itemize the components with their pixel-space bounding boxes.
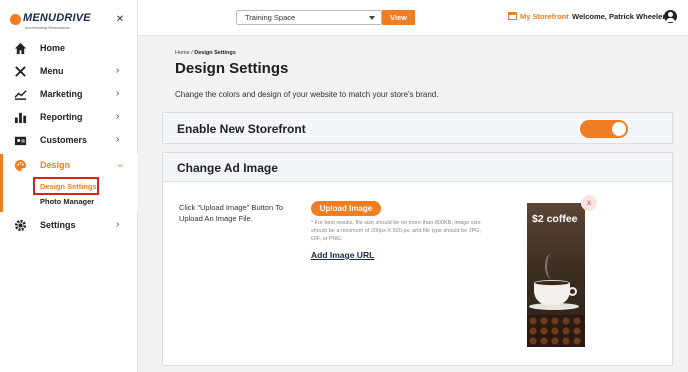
enable-storefront-title: Enable New Storefront: [177, 122, 306, 136]
sidebar-item-label: Settings: [40, 220, 76, 230]
sidebar-item-label: Home: [40, 43, 66, 53]
contact-card-icon: [14, 136, 27, 146]
gear-icon: [14, 219, 27, 232]
enable-storefront-toggle[interactable]: [580, 120, 628, 138]
highlight-box: [33, 177, 99, 195]
change-ad-image-title: Change Ad Image: [177, 161, 278, 175]
breadcrumb-separator: /: [191, 50, 193, 56]
sidebar: MENUDRIVE Accelerating Restaurants ✕ Hom…: [0, 0, 138, 372]
trend-chart-icon: [14, 90, 27, 100]
chevron-right-icon: ›: [116, 219, 120, 230]
sidebar-item-design[interactable]: Design ⌄: [0, 154, 138, 177]
chevron-right-icon: ›: [116, 111, 120, 122]
chevron-down-icon: ⌄: [116, 159, 125, 170]
storefront-icon: [508, 12, 517, 20]
card-header: Change Ad Image: [163, 153, 672, 182]
user-account-icon[interactable]: [664, 10, 677, 23]
page-title: Design Settings: [175, 60, 289, 77]
sidebar-item-label: Customers: [40, 135, 88, 145]
chevron-right-icon: ›: [116, 88, 120, 99]
welcome-text: Welcome, Patrick Wheeler: [572, 12, 666, 21]
sidebar-item-marketing[interactable]: Marketing ›: [0, 83, 138, 106]
chevron-right-icon: ›: [116, 65, 120, 76]
storefront-label: My Storefront: [520, 12, 569, 21]
breadcrumb: Home / Design Settings: [175, 50, 236, 56]
upload-image-button[interactable]: Upload Image: [311, 201, 381, 216]
enable-storefront-card: Enable New Storefront: [162, 112, 673, 144]
chevron-right-icon: ›: [116, 134, 120, 145]
home-icon: [14, 42, 27, 55]
bar-chart-icon: [14, 112, 27, 124]
sidebar-item-label: Design: [40, 160, 71, 170]
utensils-icon: [15, 66, 26, 77]
steam-graphic: [545, 253, 559, 279]
sidebar-item-customers[interactable]: Customers ›: [0, 129, 138, 152]
logo-brand-text: MENUDRIVE: [23, 12, 91, 24]
breadcrumb-home[interactable]: Home: [175, 50, 190, 56]
space-select[interactable]: Training Space: [236, 10, 382, 25]
view-button[interactable]: View: [382, 10, 415, 25]
sidebar-item-home[interactable]: Home: [0, 37, 138, 60]
sidebar-item-label: Menu: [40, 66, 64, 76]
remove-image-button[interactable]: x: [581, 195, 597, 211]
caret-down-icon: [369, 16, 375, 20]
sidebar-item-label: Reporting: [40, 112, 83, 122]
my-storefront-link[interactable]: My Storefront: [508, 12, 569, 21]
coffee-surface-graphic: [534, 280, 570, 286]
collapse-sidebar-icon[interactable]: ✕: [114, 14, 126, 26]
cup-graphic: [534, 283, 570, 305]
space-select-value: Training Space: [245, 13, 296, 22]
upload-instructions: Click "Upload Image" Button To Upload An…: [179, 203, 283, 223]
ad-image-text: $2 coffee: [532, 213, 578, 225]
sidebar-item-settings[interactable]: Settings ›: [0, 214, 138, 237]
cup-handle-graphic: [568, 287, 577, 296]
coffee-beans-graphic: [527, 315, 585, 347]
sidebar-item-label: Marketing: [40, 89, 83, 99]
menudrive-logo[interactable]: MENUDRIVE Accelerating Restaurants: [10, 12, 110, 32]
sidebar-subitem-photo-manager[interactable]: Photo Manager: [40, 197, 94, 206]
breadcrumb-current: Design Settings: [194, 50, 236, 56]
palette-icon: [14, 159, 27, 172]
sidebar-item-reporting[interactable]: Reporting ›: [0, 106, 138, 129]
top-bar: Training Space View My Storefront Welcom…: [138, 0, 688, 36]
page-description: Change the colors and design of your web…: [175, 90, 439, 99]
ad-image-preview: $2 coffee: [527, 203, 585, 347]
logo-mark-icon: [10, 14, 21, 25]
sidebar-item-menu[interactable]: Menu ›: [0, 60, 138, 83]
add-image-url-link[interactable]: Add Image URL: [311, 250, 374, 260]
change-ad-image-card: Change Ad Image Click "Upload Image" But…: [162, 152, 673, 366]
logo-tagline: Accelerating Restaurants: [25, 25, 70, 30]
upload-note: * For best results, file size should be …: [311, 220, 481, 242]
